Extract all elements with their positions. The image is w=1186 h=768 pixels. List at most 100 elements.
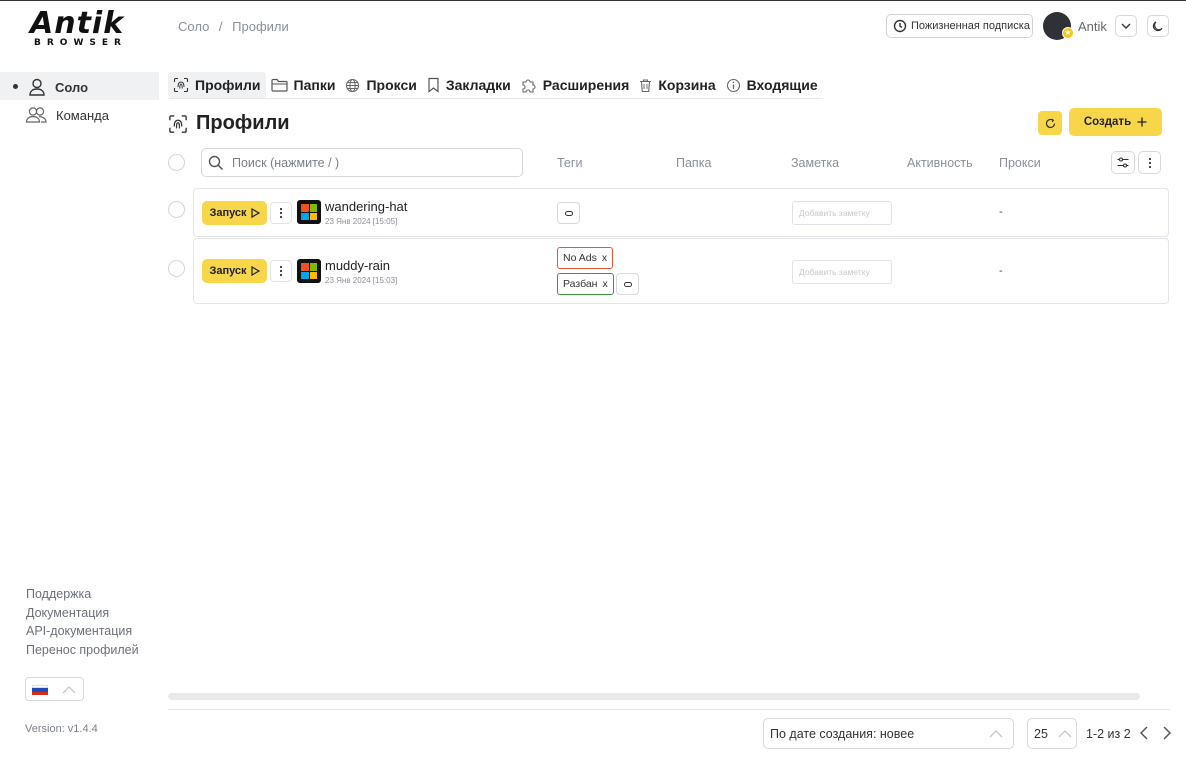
account-dropdown-button[interactable] bbox=[1115, 15, 1137, 37]
add-tag-button[interactable] bbox=[557, 202, 580, 224]
per-page-select[interactable]: 25 bbox=[1027, 718, 1077, 749]
moon-icon bbox=[1152, 21, 1163, 32]
chevron-down-icon bbox=[1121, 23, 1131, 29]
horizontal-scrollbar[interactable] bbox=[168, 693, 1140, 700]
table-row[interactable]: Запуск muddy-rain 23 Янв 2024 [15:03] No… bbox=[193, 238, 1169, 304]
app-logo[interactable]: Antik BROWSER bbox=[30, 8, 130, 50]
refresh-button[interactable] bbox=[1038, 111, 1062, 135]
tag-icon bbox=[623, 281, 632, 287]
sidebar-item-team[interactable]: Команда bbox=[25, 106, 109, 124]
fingerprint-icon bbox=[169, 114, 187, 133]
row-checkbox[interactable] bbox=[168, 260, 185, 277]
version-label: Version: v1.4.4 bbox=[25, 723, 98, 735]
tab-proxy[interactable]: Прокси bbox=[340, 72, 421, 98]
folder-icon bbox=[270, 78, 288, 92]
username[interactable]: Antik bbox=[1078, 19, 1107, 34]
note-field[interactable]: Добавить заметку bbox=[792, 201, 892, 225]
next-page-icon[interactable] bbox=[1162, 726, 1172, 740]
tag-label: No Ads bbox=[563, 252, 597, 264]
per-page-value: 25 bbox=[1034, 726, 1048, 741]
search-icon bbox=[208, 155, 224, 170]
more-vertical-icon bbox=[279, 207, 283, 219]
profile-date: 23 Янв 2024 [15:05] bbox=[325, 217, 398, 226]
main-tabs: Профили Папки Прокси Закладки Расширения… bbox=[168, 72, 823, 99]
column-header-folder[interactable]: Папка bbox=[676, 156, 711, 170]
windows-os-icon bbox=[297, 259, 321, 283]
divider bbox=[168, 709, 1170, 710]
puzzle-icon bbox=[522, 79, 536, 93]
page-title: Профили bbox=[168, 112, 290, 135]
tag-label: Разбан bbox=[563, 278, 598, 290]
globe-icon bbox=[346, 78, 360, 92]
tab-inbox[interactable]: Входящие bbox=[721, 72, 823, 98]
add-tag-button[interactable] bbox=[616, 273, 639, 295]
tab-extensions[interactable]: Расширения bbox=[516, 72, 635, 98]
launch-button[interactable]: Запуск bbox=[202, 259, 267, 283]
sidebar-item-solo[interactable]: Соло bbox=[27, 78, 88, 96]
row-menu-button[interactable] bbox=[270, 202, 292, 224]
table-menu-button[interactable] bbox=[1138, 151, 1161, 174]
column-header-note[interactable]: Заметка bbox=[791, 156, 839, 170]
breadcrumb: Соло / Профили bbox=[178, 19, 295, 34]
proxy-value: - bbox=[999, 265, 1003, 277]
tag-remove-icon[interactable]: x bbox=[602, 252, 607, 264]
launch-label: Запуск bbox=[209, 207, 247, 219]
tab-label: Профили bbox=[195, 77, 261, 93]
row-checkbox[interactable] bbox=[168, 201, 185, 218]
russia-flag-icon bbox=[32, 685, 48, 695]
breadcrumb-solo[interactable]: Соло bbox=[178, 19, 209, 34]
bookmark-icon bbox=[428, 77, 439, 93]
sliders-icon bbox=[1117, 157, 1129, 168]
tab-label: Закладки bbox=[445, 77, 511, 93]
tab-bookmarks[interactable]: Закладки bbox=[422, 72, 516, 98]
profile-name[interactable]: wandering-hat bbox=[325, 199, 407, 214]
sort-select[interactable]: По дате создания: новее bbox=[763, 718, 1014, 749]
api-docs-link[interactable]: API-документация bbox=[26, 622, 139, 641]
column-header-tags[interactable]: Теги bbox=[557, 156, 582, 170]
profile-transfer-link[interactable]: Перенос профилей bbox=[26, 641, 139, 660]
search-input[interactable] bbox=[232, 155, 492, 170]
info-icon bbox=[726, 78, 740, 92]
filter-settings-button[interactable] bbox=[1111, 151, 1135, 174]
theme-toggle-button[interactable] bbox=[1147, 15, 1169, 37]
tab-trash[interactable]: Корзина bbox=[634, 72, 720, 98]
profile-name[interactable]: muddy-rain bbox=[325, 258, 390, 273]
tab-profiles[interactable]: Профили bbox=[168, 72, 266, 98]
tag-unban[interactable]: Разбан x bbox=[557, 273, 614, 295]
refresh-icon bbox=[1045, 118, 1055, 128]
tag-no-ads[interactable]: No Ads x bbox=[557, 247, 614, 269]
tab-label: Входящие bbox=[746, 77, 818, 93]
column-header-activity[interactable]: Активность bbox=[907, 156, 973, 170]
prev-page-icon[interactable] bbox=[1139, 726, 1149, 740]
star-icon: ★ bbox=[1062, 27, 1074, 39]
more-vertical-icon bbox=[1148, 157, 1151, 168]
chevron-up-icon bbox=[62, 686, 76, 694]
select-all-checkbox[interactable] bbox=[168, 154, 185, 171]
row-menu-button[interactable] bbox=[270, 260, 292, 282]
tab-folders[interactable]: Папки bbox=[266, 72, 341, 98]
tag-remove-icon[interactable]: x bbox=[602, 278, 607, 290]
users-icon bbox=[25, 107, 47, 123]
documentation-link[interactable]: Документация bbox=[26, 604, 139, 623]
windows-os-icon bbox=[297, 200, 321, 224]
clock-icon bbox=[893, 19, 907, 33]
launch-button[interactable]: Запуск bbox=[202, 201, 267, 225]
create-button[interactable]: Создать bbox=[1069, 108, 1162, 136]
subscription-label: Пожизненная подписка bbox=[911, 20, 1030, 32]
breadcrumb-separator: / bbox=[218, 19, 223, 34]
logo-text: Antik bbox=[30, 6, 125, 41]
support-link[interactable]: Поддержка bbox=[26, 585, 139, 604]
profile-date: 23 Янв 2024 [15:03] bbox=[325, 276, 398, 285]
sidebar-links: Поддержка Документация API-документация … bbox=[26, 585, 139, 659]
sidebar-item-label: Соло bbox=[55, 79, 89, 95]
subscription-button[interactable]: Пожизненная подписка bbox=[886, 14, 1033, 38]
search-input-wrapper[interactable] bbox=[201, 148, 523, 177]
note-field[interactable]: Добавить заметку bbox=[792, 260, 892, 284]
language-select[interactable] bbox=[25, 677, 84, 701]
chevron-up-icon bbox=[1058, 729, 1072, 737]
more-vertical-icon bbox=[279, 265, 283, 277]
launch-label: Запуск bbox=[209, 265, 247, 277]
create-label: Создать bbox=[1083, 116, 1132, 128]
column-header-proxy[interactable]: Прокси bbox=[999, 156, 1041, 170]
table-row[interactable]: Запуск wandering-hat 23 Янв 2024 [15:05]… bbox=[193, 188, 1169, 237]
